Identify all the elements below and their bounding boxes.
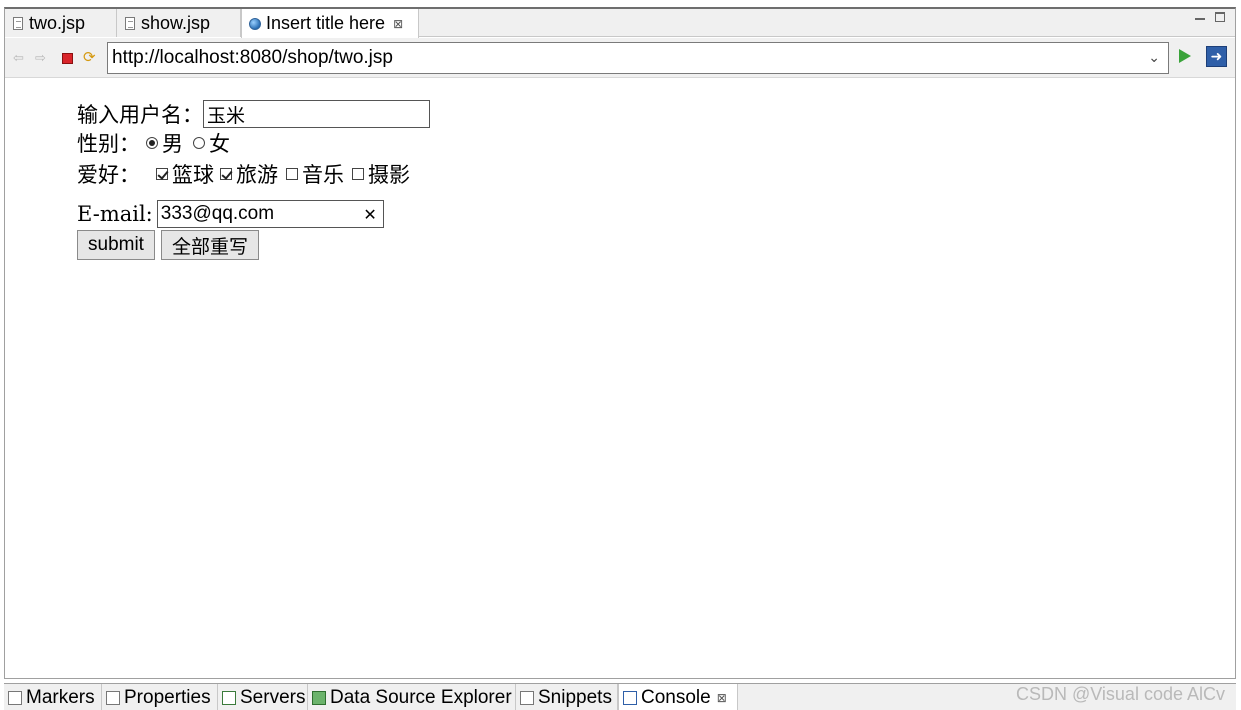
- hobby-option-label: 摄影: [368, 163, 410, 187]
- buttons-row: submit 全部重写: [77, 230, 265, 260]
- username-label: 输入用户名：: [77, 103, 203, 127]
- hobby-row: 爱好： 篮球 旅游 音乐 摄影: [77, 159, 410, 189]
- properties-icon: [106, 690, 120, 705]
- editor-tab-bar: two.jsp show.jsp Insert title here ⊠: [5, 9, 1235, 38]
- forward-arrow-icon[interactable]: ⇨: [35, 51, 46, 65]
- tab-label: Properties: [124, 686, 211, 708]
- email-label: E-mail:: [77, 202, 153, 226]
- embedded-browser-editor: two.jsp show.jsp Insert title here ⊠ ⇦ ⇨…: [4, 7, 1236, 679]
- gender-option-label: 女: [209, 132, 230, 156]
- hobby-option-label: 旅游: [236, 163, 278, 187]
- close-tab-icon[interactable]: ⊠: [717, 691, 727, 705]
- username-value: 玉米: [207, 104, 246, 127]
- url-text: http://localhost:8080/shop/two.jsp: [112, 47, 393, 68]
- tab-label: Snippets: [538, 686, 612, 708]
- tab-data-source-explorer[interactable]: Data Source Explorer: [308, 684, 516, 710]
- clear-input-icon[interactable]: ✕: [363, 205, 379, 224]
- gender-radio-female[interactable]: [193, 137, 205, 149]
- minimize-icon[interactable]: [1195, 18, 1205, 20]
- go-play-icon[interactable]: [1179, 49, 1191, 63]
- tab-console[interactable]: Console ⊠: [618, 684, 738, 710]
- gender-label: 性别：: [77, 132, 140, 156]
- hobby-checkbox-travel[interactable]: [220, 168, 232, 180]
- maximize-icon[interactable]: [1215, 12, 1225, 22]
- url-field[interactable]: http://localhost:8080/shop/two.jsp ⌄: [107, 42, 1169, 74]
- markers-icon: [8, 690, 22, 705]
- email-value: 333@qq.com: [160, 203, 275, 224]
- window-controls: [1195, 12, 1225, 22]
- open-external-browser-icon[interactable]: ➜: [1206, 46, 1227, 67]
- globe-icon: [248, 16, 262, 32]
- hobby-option-label: 音乐: [302, 163, 344, 187]
- gender-row: 性别： 男 女: [77, 128, 230, 158]
- jsp-file-icon: [11, 15, 25, 31]
- console-icon: [623, 690, 637, 705]
- browser-toolbar: ⇦ ⇨ ⟳ http://localhost:8080/shop/two.jsp…: [5, 38, 1235, 78]
- stop-icon[interactable]: [62, 53, 73, 64]
- jsp-file-icon: [123, 15, 137, 31]
- tab-show-jsp[interactable]: show.jsp: [117, 9, 241, 37]
- close-tab-icon[interactable]: ⊠: [393, 17, 403, 31]
- tab-label: Servers: [240, 686, 306, 708]
- tab-label: Console: [641, 686, 711, 708]
- hobby-option-label: 篮球: [172, 163, 214, 187]
- gender-option-label: 男: [162, 132, 183, 156]
- tab-properties[interactable]: Properties: [102, 684, 218, 710]
- tab-servers[interactable]: Servers: [218, 684, 308, 710]
- database-icon: [312, 690, 326, 705]
- hobby-checkbox-photography[interactable]: [352, 168, 364, 180]
- tab-markers[interactable]: Markers: [4, 684, 102, 710]
- tab-snippets[interactable]: Snippets: [516, 684, 618, 710]
- servers-icon: [222, 690, 236, 705]
- tab-label: Markers: [26, 686, 95, 708]
- email-row: E-mail: 333@qq.com ✕: [77, 199, 384, 229]
- tab-insert-title-here[interactable]: Insert title here ⊠: [241, 9, 419, 38]
- hobby-label: 爱好：: [77, 163, 140, 187]
- tab-label: Data Source Explorer: [330, 686, 512, 708]
- submit-button[interactable]: submit: [77, 230, 155, 260]
- chevron-down-icon[interactable]: ⌄: [1148, 49, 1160, 66]
- tab-label: Insert title here: [266, 13, 386, 33]
- username-row: 输入用户名： 玉米: [77, 99, 430, 129]
- email-input[interactable]: 333@qq.com ✕: [156, 200, 384, 228]
- watermark-text: CSDN @Visual code AlCv: [1015, 684, 1225, 704]
- refresh-icon[interactable]: ⟳: [83, 50, 96, 65]
- tab-two-jsp[interactable]: two.jsp: [5, 9, 117, 37]
- tab-label: show.jsp: [141, 12, 211, 33]
- username-input[interactable]: 玉米: [203, 100, 430, 128]
- back-arrow-icon[interactable]: ⇦: [13, 51, 24, 65]
- hobby-checkbox-music[interactable]: [286, 168, 298, 180]
- hobby-checkbox-basketball[interactable]: [156, 168, 168, 180]
- reset-button[interactable]: 全部重写: [160, 230, 259, 260]
- gender-radio-male[interactable]: [146, 137, 158, 149]
- snippets-icon: [520, 690, 534, 705]
- tab-label: two.jsp: [29, 12, 86, 33]
